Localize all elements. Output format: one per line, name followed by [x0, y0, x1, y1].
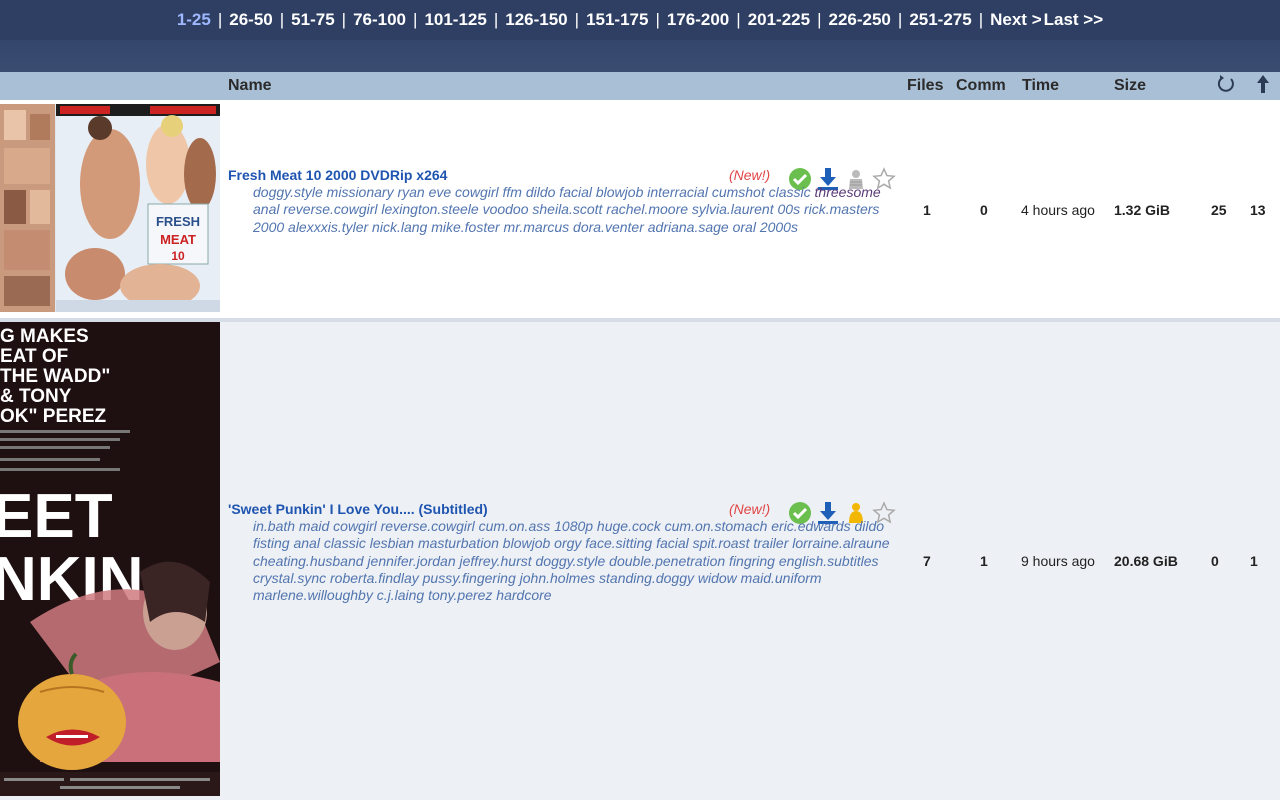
torrent-title-link[interactable]: 'Sweet Punkin' I Love You.... (Subtitled…	[228, 501, 488, 517]
svg-text:MEAT: MEAT	[160, 232, 196, 247]
pagination-next-link[interactable]: Next >	[990, 10, 1042, 30]
pagination-page-link[interactable]: 176-200	[667, 10, 729, 30]
pagination-page-link[interactable]: 201-225	[748, 10, 810, 30]
new-badge: (New!)	[729, 501, 771, 517]
torrent-title-link[interactable]: Fresh Meat 10 2000 DVDRip x264	[228, 167, 447, 183]
leechers-count: 13	[1250, 202, 1266, 218]
seeders-count: 0	[1211, 553, 1219, 569]
column-header-size[interactable]: Size	[1114, 77, 1146, 95]
files-count: 7	[923, 553, 931, 569]
svg-text:FRESH: FRESH	[156, 214, 200, 229]
pagination-separator: |	[574, 10, 580, 29]
cover-thumbnail[interactable]: FRESH MEAT 10	[0, 104, 220, 312]
column-header-files[interactable]: Files	[907, 77, 943, 95]
column-header-name[interactable]: Name	[228, 77, 272, 95]
pagination-page-link[interactable]: 251-275	[909, 10, 971, 30]
refresh-icon[interactable]	[1216, 74, 1236, 99]
pagination-separator: |	[897, 10, 903, 29]
pagination-page-link[interactable]: 26-50	[229, 10, 272, 30]
pagination-page-link[interactable]: 226-250	[829, 10, 891, 30]
arrow-up-icon[interactable]	[1256, 74, 1270, 99]
poster-line: & TONY	[0, 386, 72, 407]
pagination-page-link[interactable]: 76-100	[353, 10, 406, 30]
pagination-separator: |	[817, 10, 822, 29]
toolbar-strip	[0, 40, 1280, 72]
pagination-page-link[interactable]: 101-125	[424, 10, 486, 30]
pagination-separator: |	[217, 10, 223, 29]
pagination-last-link[interactable]: Last >>	[1044, 10, 1104, 30]
torrent-size: 1.32 GiB	[1114, 202, 1171, 218]
files-count: 1	[923, 202, 931, 218]
poster-title: EET	[0, 482, 113, 551]
upload-time: 4 hours ago	[1021, 202, 1095, 218]
comments-count[interactable]: 0	[980, 202, 988, 218]
column-header-comm[interactable]: Comm	[956, 77, 1006, 95]
pagination-separator: |	[279, 10, 285, 29]
pagination-page-link[interactable]: 51-75	[291, 10, 334, 30]
pagination-current-page[interactable]: 1-25	[177, 10, 211, 30]
pagination-page-link[interactable]: 151-175	[586, 10, 648, 30]
table-row: G MAKES EAT OF THE WADD" & TONY OK" PERE…	[0, 322, 1280, 800]
pagination-separator: |	[493, 10, 499, 29]
new-badge: (New!)	[729, 167, 771, 183]
tags-text-continued[interactable]: anal reverse.cowgirl lexington.steele vo…	[253, 201, 879, 234]
pagination-separator: |	[413, 10, 418, 29]
comments-count[interactable]: 1	[980, 553, 988, 569]
torrent-size: 20.68 GiB	[1114, 553, 1178, 569]
poster-line: G MAKES	[0, 326, 89, 347]
poster-line: THE WADD"	[0, 366, 110, 387]
poster-line: OK" PEREZ	[0, 406, 107, 427]
poster-thumbnail[interactable]: G MAKES EAT OF THE WADD" & TONY OK" PERE…	[0, 322, 220, 796]
table-header: Name Files Comm Time Size	[0, 72, 1280, 100]
column-header-time[interactable]: Time	[1022, 77, 1059, 95]
pagination-separator: |	[341, 10, 347, 29]
svg-text:10: 10	[171, 249, 185, 263]
tags-text[interactable]: doggy.style missionary ryan eve cowgirl …	[253, 184, 815, 200]
pagination-separator: |	[655, 10, 660, 29]
table-row: FRESH MEAT 10 Fresh Meat 10 2000 DVDRip …	[0, 100, 1280, 318]
pagination-separator: |	[978, 10, 984, 29]
tag-list[interactable]: in.bath maid cowgirl reverse.cowgirl cum…	[253, 518, 903, 604]
pagination-bar: 1-25 | 26-50 | 51-75 | 76-100 | 101-125 | 126-150 |…	[0, 0, 1280, 40]
upload-time: 9 hours ago	[1021, 553, 1095, 569]
tag-highlight[interactable]: threesome	[815, 184, 881, 200]
leechers-count: 1	[1250, 553, 1258, 569]
poster-line: EAT OF	[0, 346, 68, 367]
tag-list: doggy.style missionary ryan eve cowgirl …	[253, 184, 903, 236]
seeders-count: 25	[1211, 202, 1227, 218]
pagination-page-link[interactable]: 126-150	[505, 10, 567, 30]
pagination-separator: |	[736, 10, 741, 29]
